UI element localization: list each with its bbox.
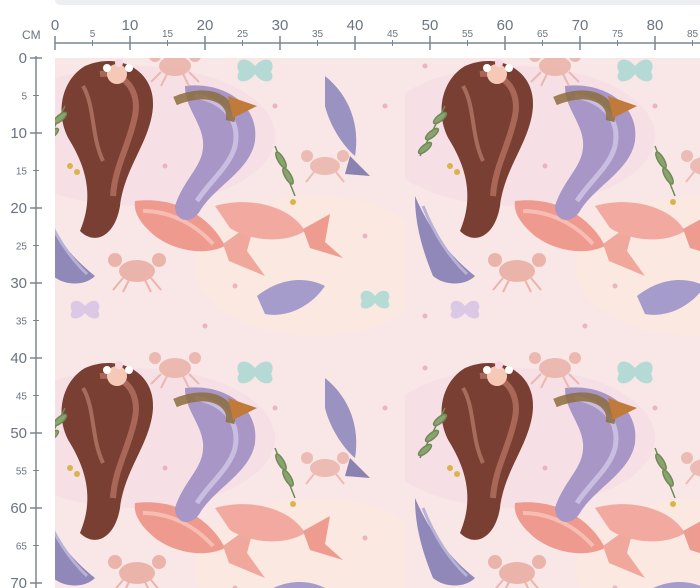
ruler-left-minor-label: 25	[16, 242, 28, 253]
fabric-preview	[55, 58, 700, 588]
ruler-top-major-label: 70	[572, 17, 589, 34]
ruler-top-minor-label: 15	[162, 29, 174, 40]
ruler-top-minor-label: 55	[462, 29, 474, 40]
ruler-top-minor-label: 35	[312, 29, 324, 40]
ruler-top-minor-label: 65	[537, 29, 549, 40]
ruler-top-major-label: 60	[497, 17, 514, 34]
ruler-top: 0 10 20 30 40 50 60 70 805 15 25 35 45 55 65 75 85	[51, 17, 700, 50]
ruler-left-minor-label: 55	[16, 467, 28, 478]
ruler-left-minor-label: 65	[16, 542, 28, 553]
ruler-left-major-label: 70	[10, 575, 27, 588]
ruler-left-minor-label: 45	[16, 392, 28, 403]
ruler-left-major-label: 30	[10, 275, 27, 292]
fabric-pattern	[55, 58, 700, 588]
ruler-top-major-label: 40	[347, 17, 364, 34]
ruler-left-major-label: 10	[10, 125, 27, 142]
ruler-top-major-label: 80	[647, 17, 664, 34]
ruler-left-minor-label: 35	[16, 317, 28, 328]
ruler-left-minor-label: 15	[16, 167, 28, 178]
ruler-top-major-label: 50	[422, 17, 439, 34]
ruler-top-major-label: 20	[197, 17, 214, 34]
ruler-top-major-label: 30	[272, 17, 289, 34]
ruler-left-major-label: 40	[10, 350, 27, 367]
ruler-top-major-label: 10	[122, 17, 139, 34]
ruler-left: 0 10 20 30 40 50 60 70 5 15 25 35 45 55 65	[10, 50, 42, 588]
ruler-top-minor-label: 85	[687, 29, 699, 40]
fabric-pattern-fill	[55, 58, 700, 588]
ruler-left-major-label: 0	[19, 50, 27, 67]
ruler-left-major-label: 20	[10, 200, 27, 217]
ruler-left-minor-label: 5	[21, 92, 27, 103]
ruler-top-minor-label: 75	[612, 29, 624, 40]
ruler-left-major-label: 50	[10, 425, 27, 442]
ruler-unit-label: CM	[22, 28, 41, 42]
ruler-top-minor-label: 45	[387, 29, 399, 40]
ruler-left-major-label: 60	[10, 500, 27, 517]
ruler-top-minor-label: 25	[237, 29, 249, 40]
ruler-top-minor-label: 5	[90, 29, 96, 40]
